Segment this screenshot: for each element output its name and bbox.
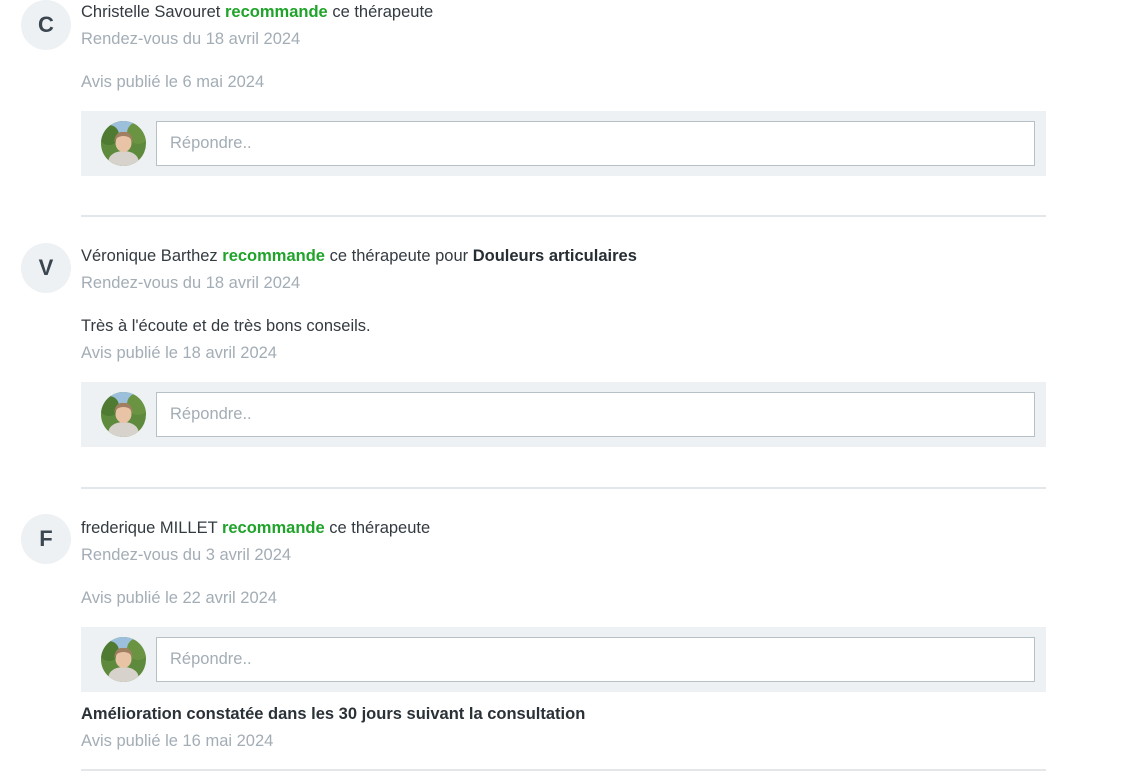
review-divider [81,215,1046,217]
review-header: Véronique Barthez recommande ce thérapeu… [81,245,637,267]
appointment-date: Rendez-vous du 3 avril 2024 [81,546,292,564]
reply-box [81,382,1046,447]
published-date: Avis publié le 22 avril 2024 [81,589,277,607]
improvement-notice: Amélioration constatée dans les 30 jours… [81,705,586,723]
appointment-date: Rendez-vous du 18 avril 2024 [81,274,301,292]
appointment-date: Rendez-vous du 18 avril 2024 [81,30,301,48]
recommend-label: recommande [225,3,328,21]
reply-input[interactable] [156,121,1035,166]
therapist-avatar [101,121,146,166]
reply-input[interactable] [156,392,1035,437]
reviewer-name: Christelle Savouret [81,3,221,21]
recommend-label: recommande [221,519,325,537]
recommend-label: recommande [222,247,325,265]
reviewer-avatar: C [21,0,71,50]
review-header: Christelle Savouret recommande ce thérap… [81,1,433,23]
published-date: Avis publié le 18 avril 2024 [81,344,277,362]
reviewer-avatar: F [21,514,71,564]
review-comment: Très à l'écoute et de très bons conseils… [81,317,371,335]
reply-box [81,111,1046,176]
published-date: Avis publié le 6 mai 2024 [81,73,265,91]
reviewer-avatar: V [21,243,71,293]
pathology-label: Douleurs articulaires [472,247,637,265]
reviewer-name: Véronique Barthez [81,247,218,265]
review-header-suffix: ce thérapeute [329,519,431,537]
review-header-suffix: ce thérapeute [332,3,434,21]
therapist-avatar [101,637,146,682]
review-divider [81,487,1046,489]
review-header-suffix: ce thérapeute pour [329,247,469,265]
therapist-avatar [101,392,146,437]
reply-box [81,627,1046,692]
reviewer-name: frederique MILLET [81,519,218,537]
review-header: frederique MILLET recommande ce thérapeu… [81,517,430,539]
reply-input[interactable] [156,637,1035,682]
improvement-published-date: Avis publié le 16 mai 2024 [81,732,274,750]
